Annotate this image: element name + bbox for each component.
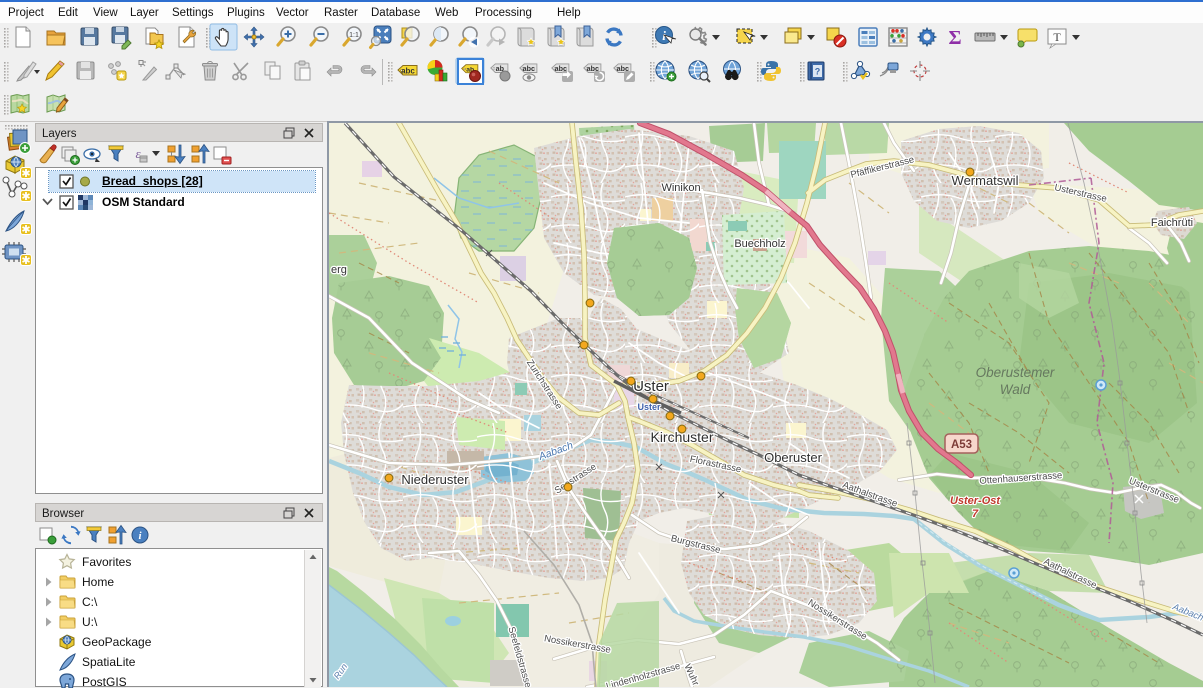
svg-text:Oberustemer: Oberustemer: [976, 365, 1055, 380]
svg-text:Oberuster: Oberuster: [764, 450, 822, 465]
svg-text:Buechholz: Buechholz: [734, 238, 785, 250]
svg-text:erg: erg: [331, 264, 347, 276]
svg-text:U:\: U:\: [82, 615, 98, 629]
svg-text:Winikon: Winikon: [661, 182, 700, 194]
svg-text:Niederuster: Niederuster: [401, 472, 469, 487]
svg-text:Favorites: Favorites: [82, 555, 131, 569]
svg-text:Home: Home: [82, 575, 114, 589]
svg-text:A53: A53: [951, 439, 972, 451]
svg-text:1:1: 1:1: [349, 32, 359, 39]
svg-text:PostGIS: PostGIS: [82, 675, 127, 688]
svg-text:Σ: Σ: [948, 27, 961, 49]
svg-text:Faichrüti: Faichrüti: [1151, 217, 1193, 229]
svg-text:SpatiaLite: SpatiaLite: [82, 655, 136, 669]
svg-text:Uster-Ost: Uster-Ost: [950, 495, 1001, 507]
svg-text:?: ?: [815, 67, 821, 77]
svg-text:Wermatswil: Wermatswil: [952, 173, 1019, 188]
svg-text:Uster: Uster: [633, 378, 669, 395]
svg-text:GeoPackage: GeoPackage: [82, 635, 152, 649]
svg-text:C:\: C:\: [82, 595, 98, 609]
svg-text:Uster: Uster: [637, 402, 661, 412]
svg-text:Wald: Wald: [1000, 382, 1031, 397]
svg-text:7: 7: [972, 508, 979, 520]
svg-text:abc: abc: [401, 67, 415, 76]
svg-text:abc: abc: [523, 64, 535, 73]
svg-text:T: T: [1053, 30, 1061, 44]
